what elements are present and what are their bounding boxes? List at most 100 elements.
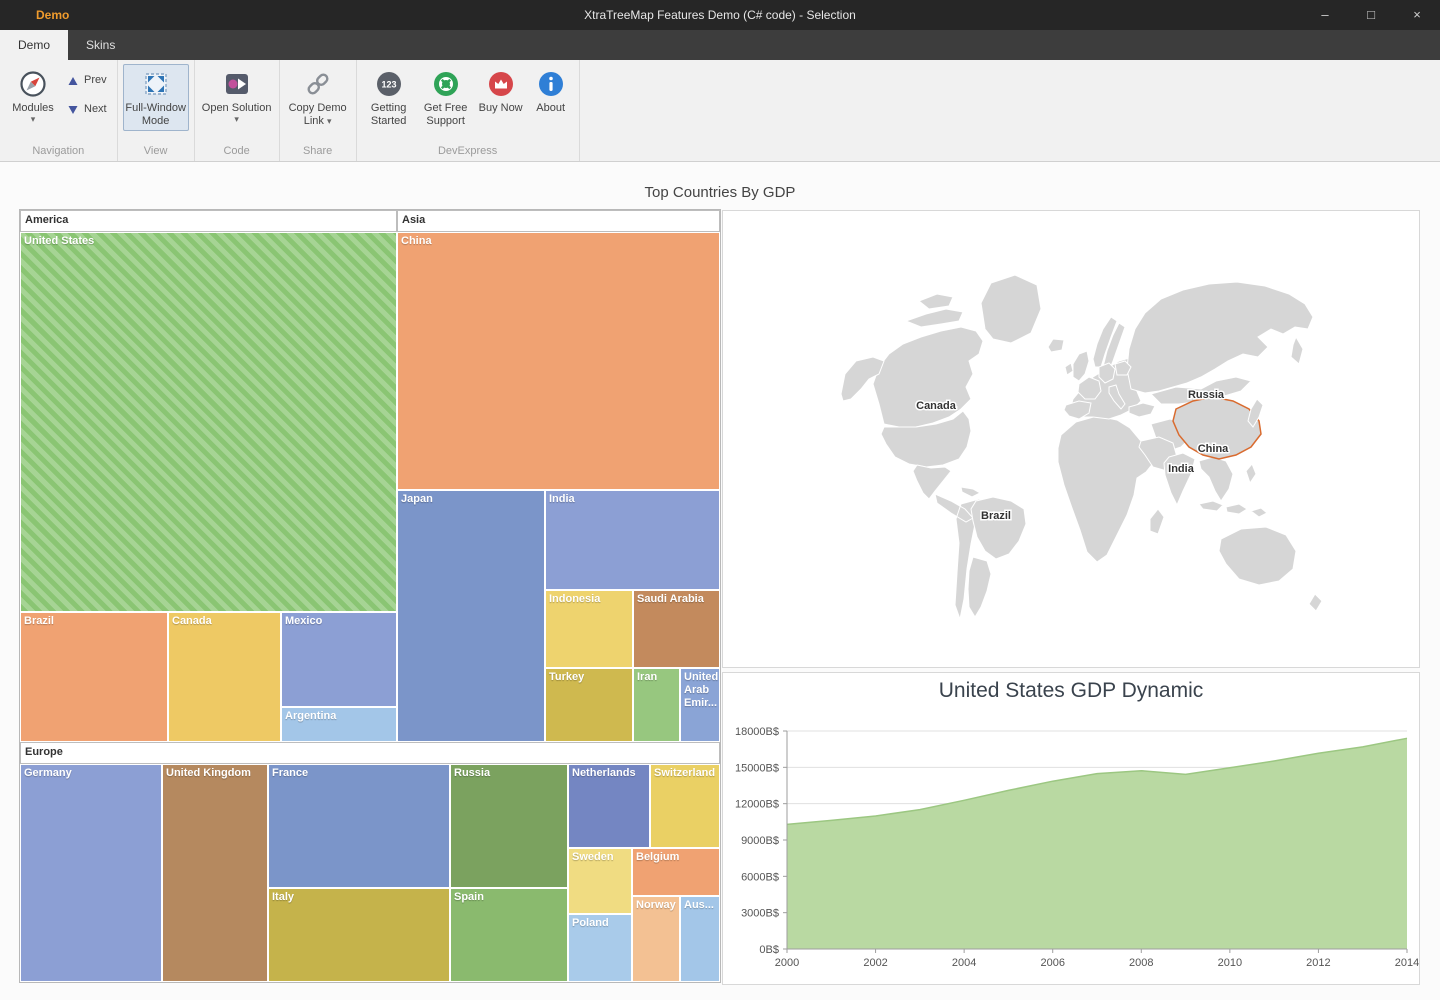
window-controls: – □ × — [1302, 0, 1440, 30]
treemap-tile-india[interactable]: India — [545, 490, 720, 590]
treemap-tile-label: United States — [21, 233, 396, 250]
ribbon-group-share: Copy Demo Link ▾ Share — [280, 60, 357, 161]
treemap-tile-united-arab-emir[interactable]: United Arab Emir... — [680, 668, 720, 742]
treemap-tile-label: United Kingdom — [163, 765, 267, 782]
map-country-india[interactable] — [1164, 453, 1195, 505]
map-country-mexico[interactable] — [913, 465, 951, 499]
map-label-russia: Russia — [1188, 389, 1225, 401]
treemap-tile-turkey[interactable]: Turkey — [545, 668, 633, 742]
world-map: CanadaRussiaChinaIndiaBrazil — [723, 211, 1419, 667]
map-country-brazil[interactable] — [971, 497, 1026, 559]
y-axis-tick-label: 18000B$ — [735, 726, 779, 738]
treemap-tile-poland[interactable]: Poland — [568, 914, 632, 982]
getting-started-button[interactable]: 123 Getting Started — [362, 64, 416, 131]
map-country-russia[interactable] — [1127, 282, 1313, 393]
open-solution-icon — [222, 69, 252, 99]
copy-demo-label-1: Copy Demo — [289, 102, 347, 115]
map-country-france[interactable] — [1078, 377, 1101, 399]
get-support-label-1: Get Free — [424, 102, 467, 115]
y-axis-tick-label: 0B$ — [759, 944, 779, 956]
treemap-tile-mexico[interactable]: Mexico — [281, 612, 397, 707]
treemap-tile-france[interactable]: France — [268, 764, 450, 888]
treemap-tile-china[interactable]: China — [397, 232, 720, 490]
ribbon-caption-code: Code — [198, 144, 276, 161]
treemap-tile-netherlands[interactable]: Netherlands — [568, 764, 650, 848]
y-axis-tick-label: 6000B$ — [741, 871, 779, 883]
treemap-tile-label: Russia — [451, 765, 567, 782]
treemap-tile-label: Indonesia — [546, 591, 632, 608]
treemap-tile-aus[interactable]: Aus... — [680, 896, 720, 982]
treemap-tile-label: China — [398, 233, 719, 250]
app-menu-tab[interactable]: Demo — [36, 0, 69, 30]
treemap-tile-saudi-arabia[interactable]: Saudi Arabia — [633, 590, 720, 668]
ribbon-caption-navigation: Navigation — [3, 144, 114, 161]
treemap-tile-sweden[interactable]: Sweden — [568, 848, 632, 914]
treemap-tile-germany[interactable]: Germany — [20, 764, 162, 982]
full-window-mode-button[interactable]: Full-Window Mode — [123, 64, 189, 131]
next-button[interactable]: Next — [63, 101, 112, 118]
modules-button[interactable]: Modules ▾ — [5, 64, 61, 127]
ribbon-group-navigation: Modules ▾ Prev Next Navigation — [0, 60, 118, 161]
treemap-tile-norway[interactable]: Norway — [632, 896, 680, 982]
y-axis-tick-label: 12000B$ — [735, 799, 779, 811]
gdp-area-chart: 0B$3000B$6000B$9000B$12000B$15000B$18000… — [723, 673, 1419, 984]
crown-icon — [486, 69, 516, 99]
treemap-tile-label: United Arab Emir... — [681, 669, 719, 712]
treemap-tile-united-states[interactable]: United States — [20, 232, 397, 612]
open-solution-button[interactable]: Open Solution ▾ — [200, 64, 274, 127]
map-label-brazil: Brazil — [981, 510, 1011, 522]
treemap-tile-italy[interactable]: Italy — [268, 888, 450, 982]
getting-started-123-icon: 123 — [374, 69, 404, 99]
treemap-tile-label: Japan — [398, 491, 544, 508]
treemap-tile-label: Italy — [269, 889, 449, 906]
treemap-tile-label: India — [546, 491, 719, 508]
treemap-group-header-asia: Asia — [397, 210, 720, 232]
copy-demo-link-button[interactable]: Copy Demo Link ▾ — [285, 64, 351, 131]
map-country-united-kingdom[interactable] — [1073, 351, 1089, 381]
getting-started-label-2: Started — [371, 115, 406, 128]
treemap-tile-iran[interactable]: Iran — [633, 668, 680, 742]
treemap-tile-label: Saudi Arabia — [634, 591, 719, 608]
treemap-tile-russia[interactable]: Russia — [450, 764, 568, 888]
treemap-tile-label: France — [269, 765, 449, 782]
treemap-tile-indonesia[interactable]: Indonesia — [545, 590, 633, 668]
info-icon — [536, 69, 566, 99]
treemap-tile-japan[interactable]: Japan — [397, 490, 545, 742]
buy-now-button[interactable]: Buy Now — [476, 64, 526, 118]
content-area: Top Countries By GDP AmericaUnited State… — [0, 162, 1440, 1000]
close-button[interactable]: × — [1394, 0, 1440, 30]
treemap-tile-brazil[interactable]: Brazil — [20, 612, 168, 742]
full-window-label-2: Mode — [142, 115, 170, 128]
x-axis-tick-label: 2000 — [775, 957, 799, 969]
page-title: Top Countries By GDP — [0, 184, 1440, 201]
prev-button[interactable]: Prev — [63, 72, 112, 89]
ribbon-group-code: Open Solution ▾ Code — [195, 60, 280, 161]
treemap-tile-canada[interactable]: Canada — [168, 612, 281, 742]
treemap-chart: AmericaUnited StatesBrazilCanadaMexicoAr… — [20, 210, 720, 982]
expand-arrows-icon — [141, 69, 171, 99]
treemap-tile-belgium[interactable]: Belgium — [632, 848, 720, 896]
tab-demo[interactable]: Demo — [0, 30, 68, 60]
gdp-area-series — [787, 738, 1407, 949]
get-free-support-button[interactable]: Get Free Support — [418, 64, 474, 131]
map-country-argentina[interactable] — [968, 557, 991, 617]
ribbon-group-devexpress: 123 Getting Started Get Free — [357, 60, 580, 161]
map-panel: CanadaRussiaChinaIndiaBrazil — [722, 210, 1420, 668]
maximize-button[interactable]: □ — [1348, 0, 1394, 30]
tab-skins[interactable]: Skins — [68, 30, 133, 60]
treemap-tile-label: Switzerland — [651, 765, 719, 782]
about-button[interactable]: About — [528, 64, 574, 118]
minimize-button[interactable]: – — [1302, 0, 1348, 30]
map-country-indonesia[interactable] — [1199, 501, 1267, 517]
treemap-tile-label: Brazil — [21, 613, 167, 630]
treemap-tile-label: Canada — [169, 613, 280, 630]
ribbon-group-view: Full-Window Mode View — [118, 60, 195, 161]
app-window: XtraTreeMap Features Demo (C# code) - Se… — [0, 0, 1440, 1000]
map-country-japan[interactable] — [1248, 399, 1263, 427]
treemap-tile-switzerland[interactable]: Switzerland — [650, 764, 720, 848]
ribbon: Modules ▾ Prev Next Navigation — [0, 60, 1440, 162]
treemap-tile-spain[interactable]: Spain — [450, 888, 568, 982]
treemap-tile-united-kingdom[interactable]: United Kingdom — [162, 764, 268, 982]
treemap-tile-label: Poland — [569, 915, 631, 932]
treemap-tile-argentina[interactable]: Argentina — [281, 707, 397, 742]
